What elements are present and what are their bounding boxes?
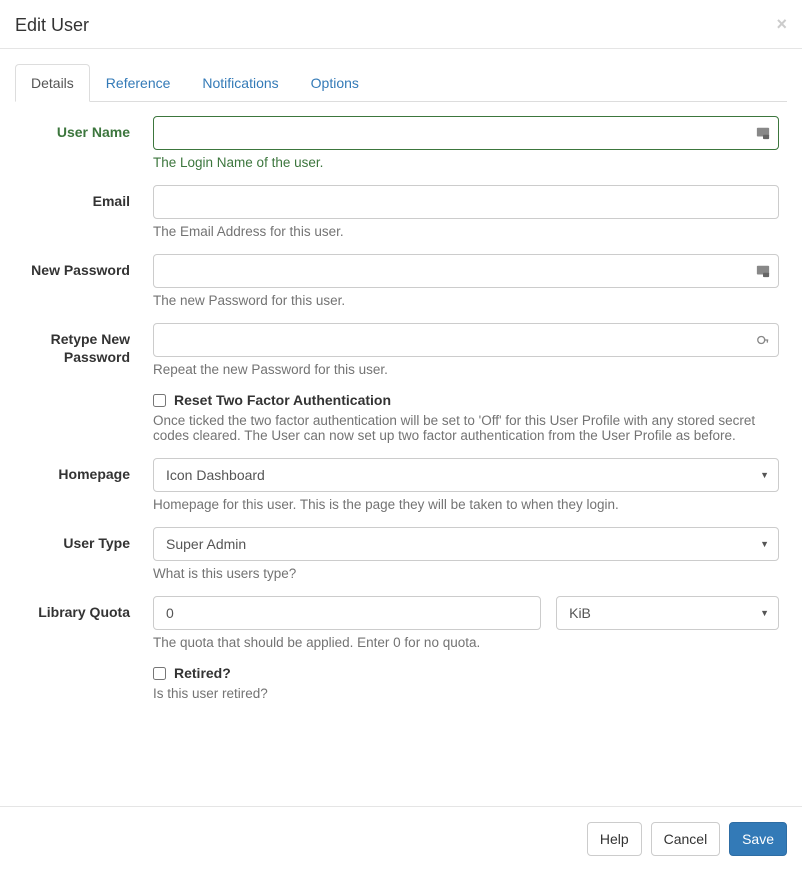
username-input[interactable] (153, 116, 779, 150)
help-new-password: The new Password for this user. (153, 293, 779, 308)
tab-reference[interactable]: Reference (90, 64, 187, 102)
help-button[interactable]: Help (587, 822, 642, 856)
label-new-password: New Password (15, 254, 145, 308)
label-homepage: Homepage (15, 458, 145, 512)
label-email: Email (15, 185, 145, 239)
help-email: The Email Address for this user. (153, 224, 779, 239)
modal-header: Edit User × (0, 0, 802, 49)
help-retype-password: Repeat the new Password for this user. (153, 362, 779, 377)
row-homepage: Homepage Icon Dashboard Homepage for thi… (15, 458, 787, 512)
tab-options[interactable]: Options (295, 64, 375, 102)
label-retype-password: Retype New Password (15, 323, 145, 377)
reset-2fa-checkbox[interactable] (153, 394, 166, 407)
library-quota-unit-select[interactable]: KiB (556, 596, 779, 630)
label-user-type: User Type (15, 527, 145, 581)
library-quota-input[interactable] (153, 596, 541, 630)
save-button[interactable]: Save (729, 822, 787, 856)
row-email: Email The Email Address for this user. (15, 185, 787, 239)
retype-password-input[interactable] (153, 323, 779, 357)
row-new-password: New Password The new Password for this u… (15, 254, 787, 308)
user-type-select[interactable]: Super Admin (153, 527, 779, 561)
label-library-quota: Library Quota (15, 596, 145, 650)
label-reset-2fa: Reset Two Factor Authentication (174, 392, 391, 408)
tab-list: Details Reference Notifications Options (15, 64, 787, 102)
help-user-type: What is this users type? (153, 566, 779, 581)
tab-details[interactable]: Details (15, 64, 90, 102)
row-retype-password: Retype New Password Repeat the new Passw… (15, 323, 787, 377)
help-reset-2fa: Once ticked the two factor authenticatio… (153, 413, 779, 443)
homepage-select[interactable]: Icon Dashboard (153, 458, 779, 492)
tab-notifications[interactable]: Notifications (186, 64, 294, 102)
row-user-type: User Type Super Admin What is this users… (15, 527, 787, 581)
row-retired: Retired? Is this user retired? (15, 665, 787, 701)
label-username: User Name (15, 116, 145, 170)
new-password-input[interactable] (153, 254, 779, 288)
modal-body: Details Reference Notifications Options … (0, 49, 802, 701)
close-button[interactable]: × (776, 15, 787, 33)
email-input[interactable] (153, 185, 779, 219)
help-library-quota: The quota that should be applied. Enter … (153, 635, 779, 650)
help-retired: Is this user retired? (153, 686, 779, 701)
modal-footer: Help Cancel Save (0, 806, 802, 871)
help-username: The Login Name of the user. (153, 155, 779, 170)
label-retired: Retired? (174, 665, 231, 681)
cancel-button[interactable]: Cancel (651, 822, 721, 856)
help-homepage: Homepage for this user. This is the page… (153, 497, 779, 512)
row-reset-2fa: Reset Two Factor Authentication Once tic… (15, 392, 787, 443)
row-library-quota: Library Quota KiB The quota that should … (15, 596, 787, 650)
row-username: User Name The Login Name of the user. (15, 116, 787, 170)
modal-title: Edit User (15, 15, 787, 36)
retired-checkbox[interactable] (153, 667, 166, 680)
